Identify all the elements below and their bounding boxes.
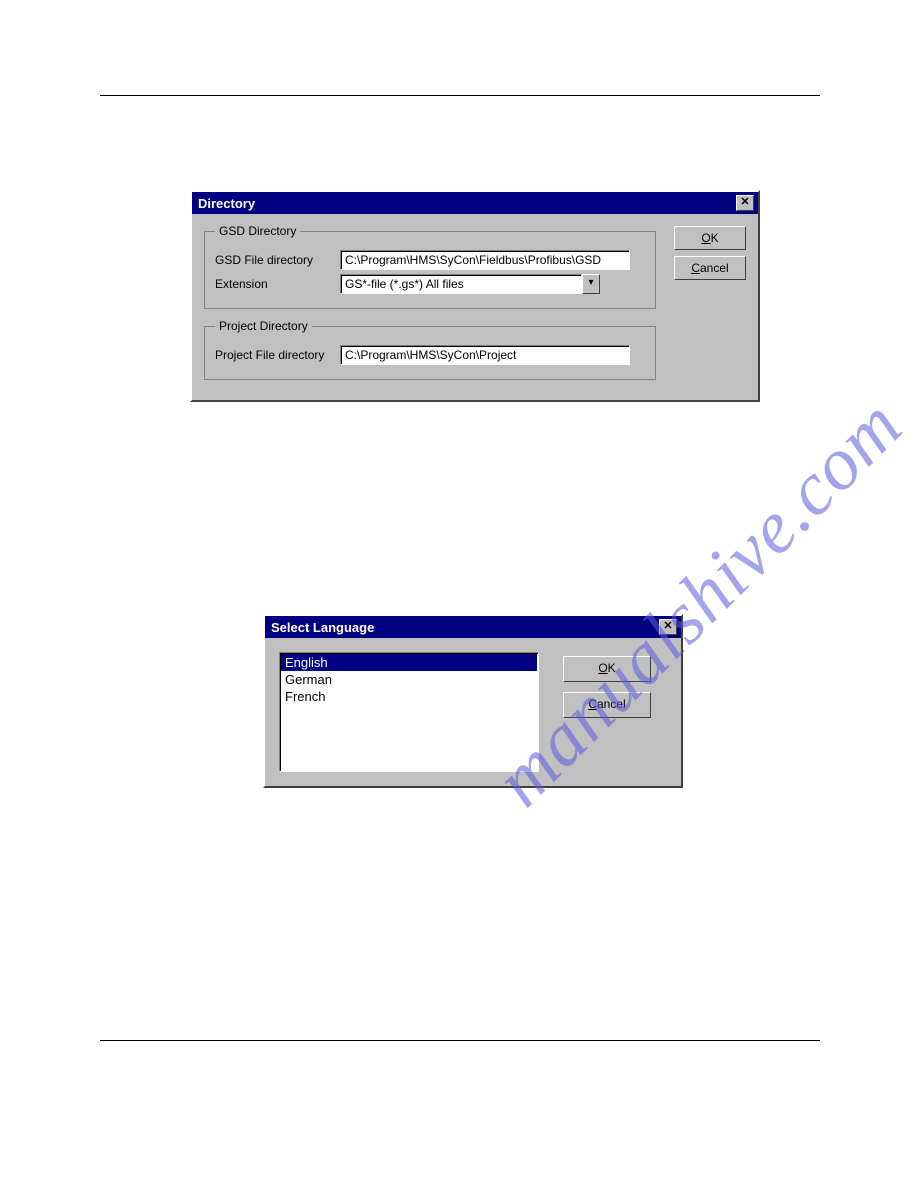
project-file-input[interactable]: C:\Program\HMS\SyCon\Project [340,345,630,365]
top-rule [100,95,820,96]
cancel-button[interactable]: Cancel [563,692,651,718]
gsd-directory-group: GSD Directory GSD File directory C:\Prog… [204,224,656,309]
cancel-button[interactable]: Cancel [674,256,746,280]
language-item-english[interactable]: English [281,654,537,671]
language-item-german[interactable]: German [281,671,537,688]
gsd-file-label: GSD File directory [215,253,340,267]
ok-button[interactable]: OK [674,226,746,250]
gsd-file-input[interactable]: C:\Program\HMS\SyCon\Fieldbus\Profibus\G… [340,250,630,270]
select-language-dialog: Select Language ✕ English German French … [263,614,683,788]
directory-title: Directory [198,196,255,211]
extension-label: Extension [215,277,340,291]
chevron-down-icon[interactable]: ▾ [582,274,600,294]
project-directory-group: Project Directory Project File directory… [204,319,656,380]
directory-titlebar[interactable]: Directory ✕ [192,192,758,214]
close-icon[interactable]: ✕ [736,195,754,211]
directory-dialog: Directory ✕ GSD Directory GSD File direc… [190,190,760,402]
language-title: Select Language [271,620,374,635]
close-icon[interactable]: ✕ [659,619,677,635]
language-titlebar[interactable]: Select Language ✕ [265,616,681,638]
extension-value: GS*-file (*.gs*) All files [340,274,582,294]
bottom-rule [100,1040,820,1041]
language-item-french[interactable]: French [281,688,537,705]
language-listbox[interactable]: English German French [279,652,539,772]
gsd-legend: GSD Directory [215,224,300,238]
project-file-label: Project File directory [215,348,340,362]
ok-button[interactable]: OK [563,656,651,682]
project-legend: Project Directory [215,319,312,333]
extension-combo[interactable]: GS*-file (*.gs*) All files ▾ [340,274,600,294]
